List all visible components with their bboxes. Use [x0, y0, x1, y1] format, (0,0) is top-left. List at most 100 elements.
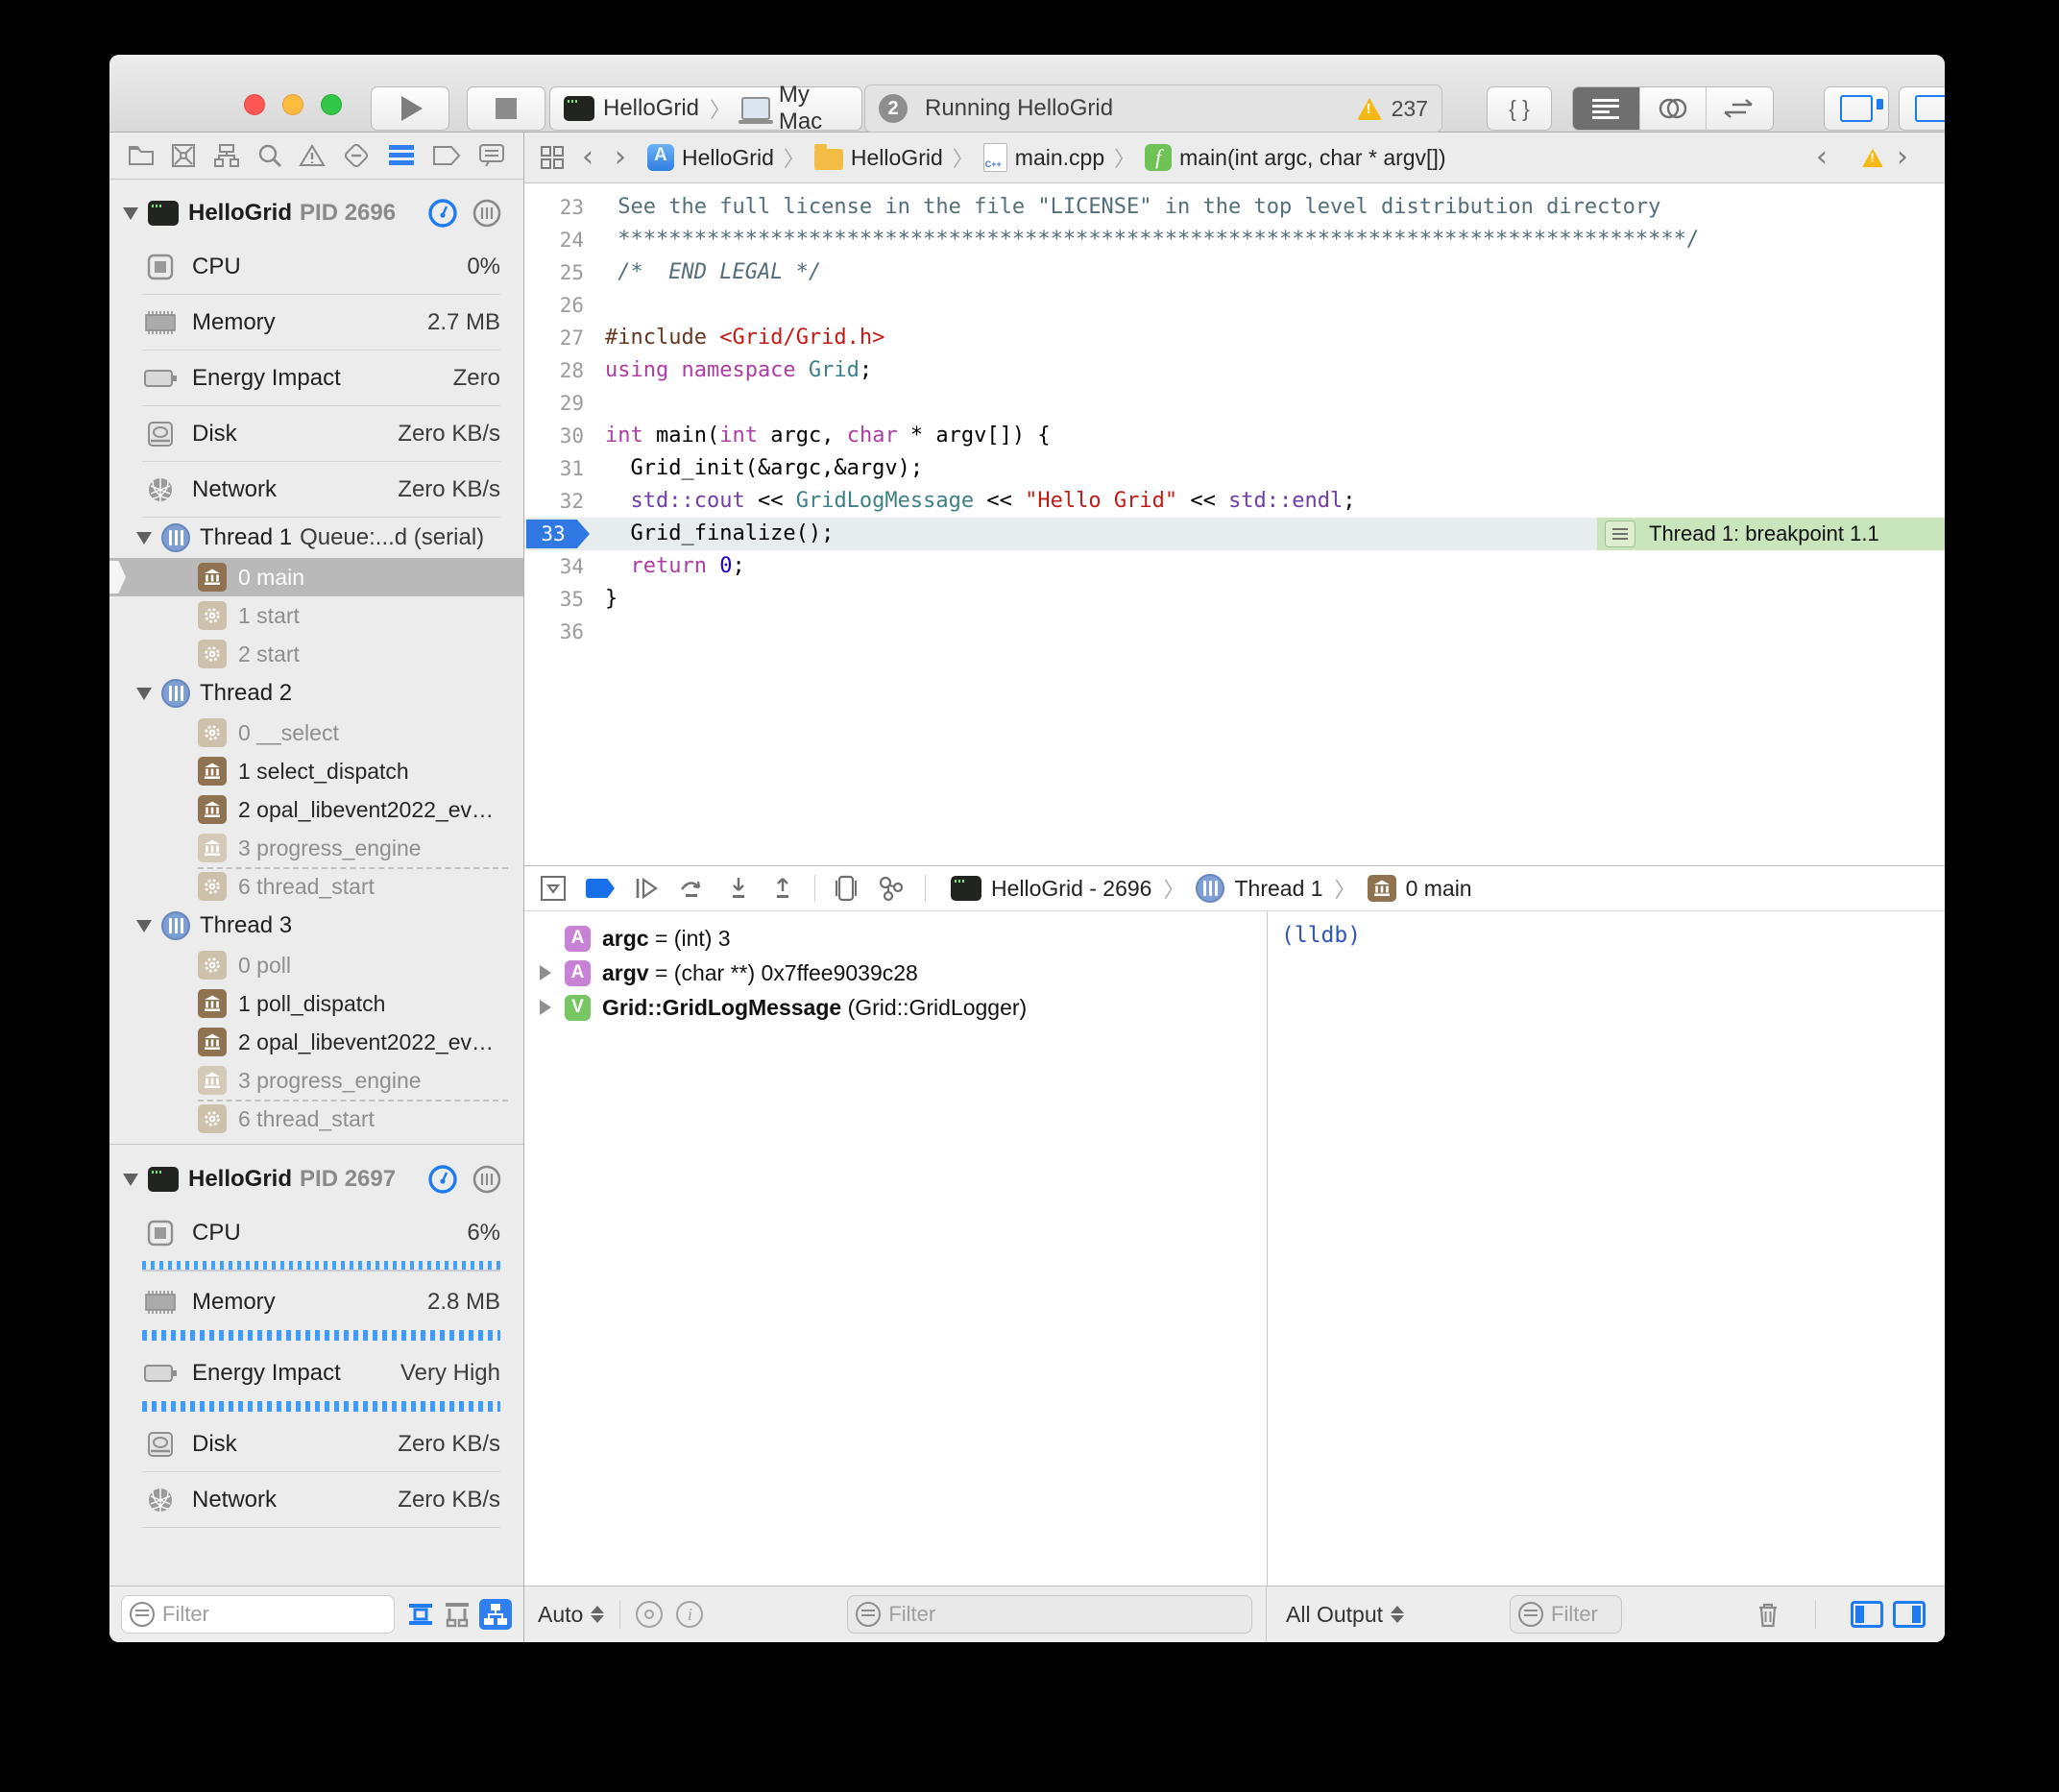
debug-crumb-frame[interactable]: 0 main — [1406, 876, 1472, 902]
process-stat-row-disk[interactable]: Disk Zero KB/s — [109, 406, 523, 462]
debug-memory-graph-icon[interactable] — [877, 875, 906, 902]
navigator-filter-input[interactable]: Filter — [121, 1595, 395, 1634]
view-process-by-button[interactable] — [479, 1599, 512, 1630]
version-editor-button[interactable] — [1707, 87, 1773, 130]
breadcrumb-group[interactable]: HelloGrid — [851, 145, 943, 171]
scheme-selector[interactable]: HelloGrid 〉 My Mac — [549, 86, 862, 131]
variables-filter-input[interactable]: Filter — [847, 1595, 1252, 1634]
code-line-breakpoint[interactable]: 33 Grid_finalize(); Thread 1: breakpoint… — [524, 518, 1945, 550]
test-navigator-icon[interactable] — [343, 142, 370, 169]
breakpoint-marker[interactable]: 33 — [526, 520, 590, 548]
code-line[interactable]: 31 Grid_init(&argc,&argv); — [524, 452, 1945, 485]
line-number[interactable]: 36 — [524, 616, 605, 648]
code-line[interactable]: 25 /* END LEGAL */ — [524, 256, 1945, 289]
process-stat-row-cpu[interactable]: CPU 6% — [109, 1205, 523, 1261]
process-stat-row-disk[interactable]: Disk Zero KB/s — [109, 1417, 523, 1472]
find-navigator-icon[interactable] — [257, 143, 282, 168]
disclosure-triangle-icon[interactable] — [136, 688, 152, 700]
previous-issue-button[interactable]: ‹ — [1816, 143, 1828, 172]
code-line[interactable]: 29 — [524, 387, 1945, 420]
console-output-selector[interactable]: All Output — [1286, 1602, 1404, 1628]
thread-header[interactable]: Thread 3 — [109, 906, 523, 946]
clear-console-icon[interactable] — [1756, 1600, 1780, 1629]
line-number[interactable]: 27 — [524, 322, 605, 354]
go-back-button[interactable]: ‹ — [582, 143, 593, 172]
go-forward-button[interactable]: › — [615, 143, 626, 172]
debug-crumb-process[interactable]: HelloGrid - 2696 — [991, 876, 1151, 902]
code-line[interactable]: 23 See the full license in the file "LIC… — [524, 191, 1945, 224]
line-number[interactable]: 32 — [524, 485, 605, 518]
project-navigator-icon[interactable] — [128, 144, 155, 167]
code-line[interactable]: 34 return 0; — [524, 550, 1945, 583]
stack-frame-row[interactable]: 2 opal_libevent2022_ev… — [109, 1023, 523, 1061]
stack-frame-row[interactable]: 2 opal_libevent2022_ev… — [109, 790, 523, 829]
breakpoint-navigator-icon[interactable] — [432, 145, 461, 166]
source-editor[interactable]: 23 See the full license in the file "LIC… — [524, 183, 1945, 865]
run-button[interactable] — [371, 86, 449, 131]
breadcrumb-file[interactable]: main.cpp — [1015, 145, 1104, 171]
breakpoint-annotation[interactable]: Thread 1: breakpoint 1.1 — [1597, 518, 1945, 550]
close-window-button[interactable] — [244, 94, 265, 115]
step-over-icon[interactable] — [678, 876, 707, 901]
thread-header[interactable]: Thread 1 Queue:...d (serial) — [109, 518, 523, 558]
variables-scope-selector[interactable]: Auto — [538, 1602, 604, 1628]
code-line[interactable]: 36 — [524, 616, 1945, 648]
breadcrumb-symbol[interactable]: main(int argc, char * argv[]) — [1179, 145, 1445, 171]
quick-look-icon[interactable] — [636, 1601, 663, 1628]
variables-view[interactable]: A argc = (int) 3 A argv = (char **) 0x7f… — [524, 911, 1268, 1586]
breadcrumb-project[interactable]: HelloGrid — [682, 145, 774, 171]
variable-row[interactable]: V Grid::GridLogMessage (Grid::GridLogger… — [524, 990, 1267, 1025]
hide-debug-area-icon[interactable] — [540, 875, 567, 902]
process-stat-row-energy-impact[interactable]: Energy Impact Very High — [109, 1345, 523, 1401]
line-number[interactable]: 28 — [524, 354, 605, 387]
code-snippets-button[interactable]: { } — [1487, 86, 1552, 131]
stack-frame-row[interactable]: 6 thread_start — [109, 867, 523, 906]
line-number[interactable]: 24 — [524, 224, 605, 256]
process-stat-row-network[interactable]: Network Zero KB/s — [109, 1472, 523, 1528]
symbol-navigator-icon[interactable] — [213, 143, 240, 168]
code-line[interactable]: 24 *************************************… — [524, 224, 1945, 256]
source-control-navigator-icon[interactable] — [171, 143, 196, 168]
line-number[interactable]: 30 — [524, 420, 605, 452]
variable-row[interactable]: A argv = (char **) 0x7ffee9039c28 — [524, 956, 1267, 990]
stack-frame-row[interactable]: 2 start — [109, 635, 523, 673]
variable-row[interactable]: A argc = (int) 3 — [524, 921, 1267, 956]
stack-frame-row[interactable]: 1 select_dispatch — [109, 752, 523, 790]
gauge-icon[interactable] — [427, 1164, 458, 1195]
thread-header[interactable]: Thread 2 — [109, 673, 523, 714]
minimize-window-button[interactable] — [282, 94, 303, 115]
assistant-editor-button[interactable] — [1640, 87, 1708, 130]
line-number[interactable]: 34 — [524, 550, 605, 583]
toggle-navigator-button[interactable] — [1824, 86, 1889, 131]
code-line[interactable]: 27 #include <Grid/Grid.h> — [524, 322, 1945, 354]
console-filter-input[interactable]: Filter — [1510, 1595, 1622, 1634]
thread-view-icon[interactable] — [472, 1164, 502, 1195]
line-number[interactable]: 31 — [524, 452, 605, 485]
line-number[interactable]: 23 — [524, 191, 605, 224]
disclosure-triangle-icon[interactable] — [540, 1000, 551, 1015]
breakpoints-toggle-icon[interactable] — [586, 879, 615, 898]
disclosure-triangle-icon[interactable] — [123, 207, 138, 220]
process-stat-row-cpu[interactable]: CPU 0% — [109, 239, 523, 295]
process-header[interactable]: HelloGrid PID 2697 — [109, 1153, 523, 1205]
code-line[interactable]: 32 std::cout << GridLogMessage << "Hello… — [524, 485, 1945, 518]
code-line[interactable]: 35 } — [524, 583, 1945, 616]
code-line[interactable]: 30 int main(int argc, char * argv[]) { — [524, 420, 1945, 452]
disclosure-triangle-icon[interactable] — [540, 965, 551, 981]
process-stat-row-memory[interactable]: Memory 2.8 MB — [109, 1274, 523, 1330]
console-view[interactable]: (lldb) — [1268, 911, 1945, 1586]
annotation-menu-icon[interactable] — [1605, 521, 1635, 547]
process-stat-row-network[interactable]: Network Zero KB/s — [109, 462, 523, 518]
toggle-console-view-icon[interactable] — [1893, 1601, 1926, 1628]
disclosure-triangle-icon[interactable] — [136, 920, 152, 932]
stack-frame-row[interactable]: 3 progress_engine — [109, 829, 523, 867]
disclosure-triangle-icon[interactable] — [123, 1174, 138, 1186]
toggle-debug-area-button[interactable] — [1899, 86, 1945, 131]
stack-frame-row[interactable]: 6 thread_start — [109, 1100, 523, 1138]
next-issue-button[interactable]: › — [1897, 143, 1908, 172]
stack-frame-row[interactable]: 0 __select — [109, 714, 523, 752]
zoom-window-button[interactable] — [321, 94, 342, 115]
step-out-icon[interactable] — [770, 876, 795, 901]
standard-editor-button[interactable] — [1573, 87, 1640, 130]
stack-frame-row[interactable]: 0 poll — [109, 946, 523, 984]
